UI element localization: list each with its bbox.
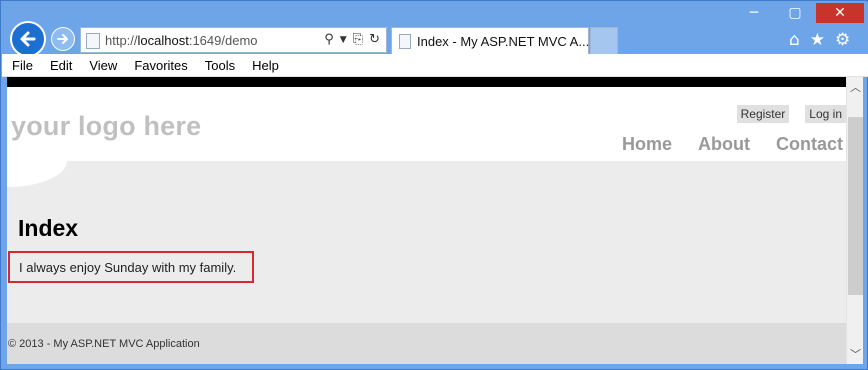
page-title: Index xyxy=(18,215,79,241)
menu-item-edit[interactable]: Edit xyxy=(50,58,72,73)
page-icon xyxy=(86,33,100,49)
refresh-icon[interactable]: ↻ xyxy=(369,32,380,48)
menu-item-file[interactable]: File xyxy=(12,58,33,73)
message-text: I always enjoy Sunday with my family. xyxy=(19,259,237,275)
compatibility-icon[interactable]: ⎘ xyxy=(353,32,363,48)
browser-window: http://localhost:1649/demo ⚲ ▼ ⎘ ↻ Index… xyxy=(0,0,868,370)
forward-button[interactable] xyxy=(51,27,75,51)
maximize-button[interactable]: ▢ xyxy=(775,3,815,23)
register-link[interactable]: Register xyxy=(736,105,790,123)
tab-index[interactable]: Index - My ASP.NET MVC A... xyxy=(391,27,589,55)
dropdown-icon[interactable]: ▼ xyxy=(340,32,347,48)
chevron-up-icon: ︿ xyxy=(850,81,861,94)
browser-right-icons: ⌂ ★ ⚙ xyxy=(789,30,850,50)
header-curve-decoration xyxy=(7,161,67,187)
nav-contact[interactable]: Contact xyxy=(776,134,843,155)
address-url[interactable]: http://localhost:1649/demo xyxy=(105,33,258,48)
url-prefix: http:// xyxy=(105,33,138,48)
home-icon[interactable]: ⌂ xyxy=(789,30,800,50)
site-footer: © 2013 - My ASP.NET MVC Application xyxy=(7,323,846,364)
address-bar[interactable]: http://localhost:1649/demo ⚲ ▼ ⎘ ↻ xyxy=(80,27,387,53)
scroll-up-button[interactable]: ︿ xyxy=(847,77,864,97)
menu-item-help[interactable]: Help xyxy=(252,58,279,73)
star-icon[interactable]: ★ xyxy=(810,30,825,50)
gear-icon[interactable]: ⚙ xyxy=(835,30,850,50)
close-icon: ✕ xyxy=(834,5,846,21)
new-tab-button[interactable] xyxy=(590,27,618,55)
menu-item-favorites[interactable]: Favorites xyxy=(134,58,187,73)
scroll-thumb[interactable] xyxy=(848,117,863,295)
page-viewport: your logo here Register Log in Home Abou… xyxy=(7,77,846,364)
top-black-bar xyxy=(7,77,846,87)
tab-page-icon xyxy=(399,34,411,49)
main-nav: Home About Contact xyxy=(622,134,843,155)
site-logo[interactable]: your logo here xyxy=(11,111,201,142)
menu-bar: File Edit View Favorites Tools Help xyxy=(2,54,868,77)
nav-about[interactable]: About xyxy=(698,134,750,155)
browser-toolbar: http://localhost:1649/demo ⚲ ▼ ⎘ ↻ Index… xyxy=(2,2,868,57)
menu-item-view[interactable]: View xyxy=(89,58,117,73)
search-icon[interactable]: ⚲ xyxy=(324,32,334,48)
arrow-right-icon xyxy=(57,34,68,44)
chevron-down-icon: ﹀ xyxy=(850,348,861,361)
scroll-down-button[interactable]: ﹀ xyxy=(847,344,864,364)
vertical-scrollbar[interactable]: ︿ ﹀ xyxy=(846,77,863,364)
back-button[interactable] xyxy=(10,21,46,57)
minimize-icon: ─ xyxy=(749,5,759,21)
close-button[interactable]: ✕ xyxy=(816,3,864,23)
arrow-left-icon xyxy=(20,31,36,47)
footer-text: © 2013 - My ASP.NET MVC Application xyxy=(8,337,200,350)
maximize-icon: ▢ xyxy=(788,5,802,21)
address-tools: ⚲ ▼ ⎘ ↻ xyxy=(324,32,380,48)
menu-item-tools[interactable]: Tools xyxy=(205,58,235,73)
login-links: Register Log in xyxy=(736,105,846,123)
url-host: localhost xyxy=(137,33,189,48)
highlighted-message: I always enjoy Sunday with my family. xyxy=(8,251,254,283)
minimize-button[interactable]: ─ xyxy=(734,3,774,23)
tab-title: Index - My ASP.NET MVC A... xyxy=(417,34,590,49)
nav-home[interactable]: Home xyxy=(622,134,672,155)
url-path: :1649/demo xyxy=(188,33,258,48)
login-link[interactable]: Log in xyxy=(805,105,846,123)
site-header: your logo here Register Log in Home Abou… xyxy=(7,87,846,161)
